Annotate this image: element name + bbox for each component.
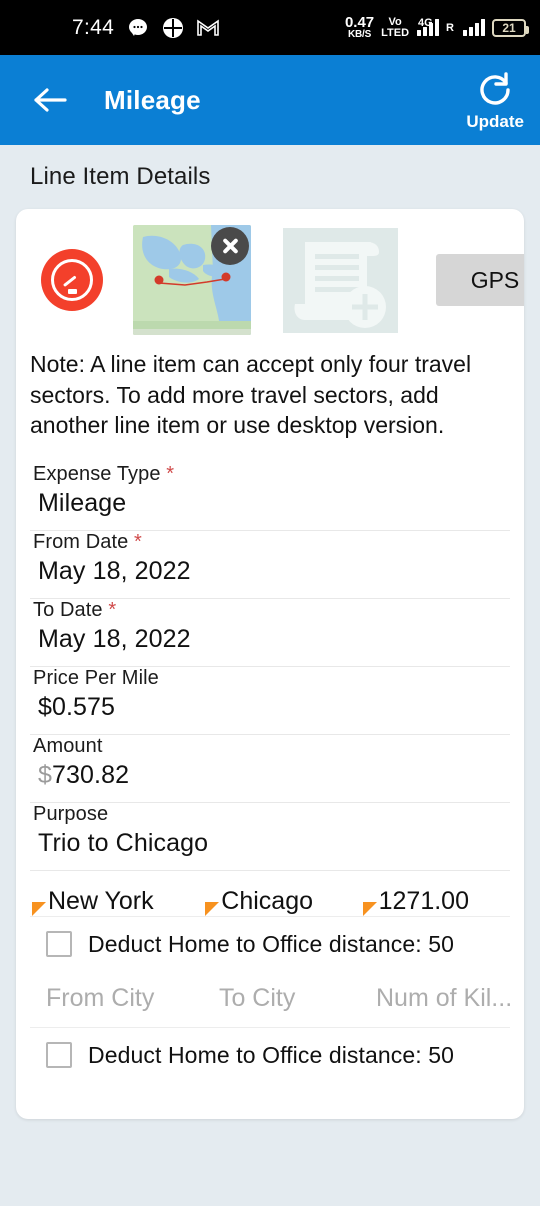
sector-kilometres-value: 1271.00 bbox=[378, 886, 469, 915]
page-title: Mileage bbox=[104, 84, 201, 115]
volte-line-2: LTED bbox=[381, 26, 410, 39]
sector-from-city-placeholder: From City bbox=[46, 983, 155, 1012]
remove-map-button[interactable] bbox=[211, 227, 249, 265]
message-icon bbox=[127, 17, 149, 39]
field-value: May 18, 2022 bbox=[38, 624, 191, 653]
section-title: Line Item Details bbox=[30, 163, 211, 190]
roaming-label: R bbox=[446, 21, 454, 34]
required-marker: * bbox=[166, 462, 175, 485]
status-bar: 7:44 0.47 KB/S Vo LTED 4G R 21 bbox=[0, 0, 540, 55]
volte-icon: Vo LTED bbox=[381, 15, 410, 39]
back-button[interactable] bbox=[28, 77, 74, 123]
field-value: Mileage bbox=[38, 488, 127, 517]
battery-icon: 21 bbox=[492, 18, 529, 37]
attachment-toolbar: GPS bbox=[16, 209, 524, 351]
speedometer-icon[interactable] bbox=[41, 249, 103, 311]
field-amount[interactable]: Amount $730.82 bbox=[30, 735, 510, 802]
field-to-date[interactable]: To Date * May 18, 2022 bbox=[30, 599, 510, 666]
sector-from-city[interactable]: From City bbox=[30, 984, 203, 1013]
field-value: $0.575 bbox=[38, 692, 116, 721]
arrow-left-icon bbox=[34, 88, 67, 112]
required-marker: * bbox=[134, 530, 142, 553]
update-label: Update bbox=[466, 112, 524, 131]
gmail-icon bbox=[197, 18, 219, 37]
line-item-card: GPS Note: A line item can accept only fo… bbox=[16, 209, 524, 1119]
app-bar: Mileage Update bbox=[0, 55, 540, 145]
status-bar-left: 7:44 bbox=[72, 16, 219, 40]
deduct-distance-row[interactable]: Deduct Home to Office distance: 50 bbox=[16, 917, 524, 958]
field-label: From Date * bbox=[33, 530, 142, 553]
sector-kilometres[interactable]: 1271.00 bbox=[361, 887, 510, 916]
required-marker: * bbox=[108, 598, 117, 621]
sector-kilometres-placeholder: Num of Kil... bbox=[376, 983, 513, 1012]
sector-to-city[interactable]: Chicago bbox=[203, 887, 360, 916]
travel-sector-row: New York Chicago 1271.00 bbox=[16, 887, 524, 916]
field-value: May 18, 2022 bbox=[38, 556, 191, 585]
volte-line-1: Vo bbox=[388, 15, 402, 28]
field-label: Purpose bbox=[33, 802, 109, 825]
deduct-distance-checkbox[interactable] bbox=[46, 1042, 72, 1069]
edit-marker-icon bbox=[362, 901, 377, 916]
status-bar-clock: 7:44 bbox=[72, 15, 115, 39]
content-area: Line Item Details GPS Note: A line item … bbox=[0, 145, 540, 1206]
sector-to-city-placeholder: To City bbox=[218, 983, 296, 1012]
deduct-distance-label: Deduct Home to Office distance: 50 bbox=[88, 1041, 455, 1068]
travel-sector-row: From City To City Num of Kil... bbox=[16, 984, 524, 1013]
field-label: Amount bbox=[33, 734, 103, 757]
field-label: To Date * bbox=[33, 598, 117, 621]
battery-percent: 21 bbox=[502, 20, 516, 35]
add-receipt-icon[interactable] bbox=[283, 227, 398, 333]
amount-number: 730.82 bbox=[52, 760, 130, 789]
edit-marker-icon bbox=[32, 901, 46, 916]
form-fields: Expense Type * Mileage From Date * May 1… bbox=[16, 463, 524, 871]
network-speed: 0.47 KB/S bbox=[345, 15, 374, 40]
field-expense-type[interactable]: Expense Type * Mileage bbox=[30, 463, 510, 530]
sector-to-city-value: Chicago bbox=[221, 886, 314, 915]
gps-button[interactable]: GPS bbox=[436, 254, 524, 306]
sector-to-city[interactable]: To City bbox=[203, 984, 360, 1013]
app-icon bbox=[162, 17, 184, 39]
refresh-icon bbox=[480, 72, 510, 105]
field-value: Trio to Chicago bbox=[38, 828, 209, 857]
field-label: Expense Type * bbox=[33, 462, 175, 485]
field-value: $730.82 bbox=[30, 758, 510, 798]
note-text: Note: A line item can accept only four t… bbox=[30, 351, 472, 439]
field-divider bbox=[30, 869, 510, 871]
field-from-date[interactable]: From Date * May 18, 2022 bbox=[30, 531, 510, 598]
amount-currency: $ bbox=[38, 760, 53, 789]
deduct-distance-row[interactable]: Deduct Home to Office distance: 50 bbox=[16, 1028, 524, 1069]
sector-from-city[interactable]: New York bbox=[30, 887, 203, 916]
sector-kilometres[interactable]: Num of Kil... bbox=[360, 983, 513, 1013]
signal-bars-secondary bbox=[463, 19, 485, 36]
sector-from-city-value: New York bbox=[48, 886, 154, 915]
field-label: Price Per Mile bbox=[33, 666, 159, 689]
network-type-label: 4G bbox=[418, 17, 433, 29]
status-bar-right: 0.47 KB/S Vo LTED 4G R 21 bbox=[345, 0, 529, 55]
phone-screen: 7:44 0.47 KB/S Vo LTED 4G R 21 Mileage U… bbox=[0, 0, 540, 1206]
field-price-per-mile[interactable]: Price Per Mile $0.575 bbox=[30, 667, 510, 734]
deduct-distance-checkbox[interactable] bbox=[46, 931, 72, 958]
deduct-distance-label: Deduct Home to Office distance: 50 bbox=[88, 930, 455, 957]
field-purpose[interactable]: Purpose Trio to Chicago bbox=[30, 803, 510, 870]
network-speed-unit: KB/S bbox=[347, 29, 372, 40]
signal-icon-primary: 4G bbox=[416, 17, 440, 36]
edit-marker-icon bbox=[205, 901, 220, 916]
network-speed-value: 0.47 bbox=[344, 14, 375, 31]
map-thumbnail[interactable] bbox=[133, 225, 251, 335]
update-button[interactable]: Update bbox=[466, 69, 524, 132]
